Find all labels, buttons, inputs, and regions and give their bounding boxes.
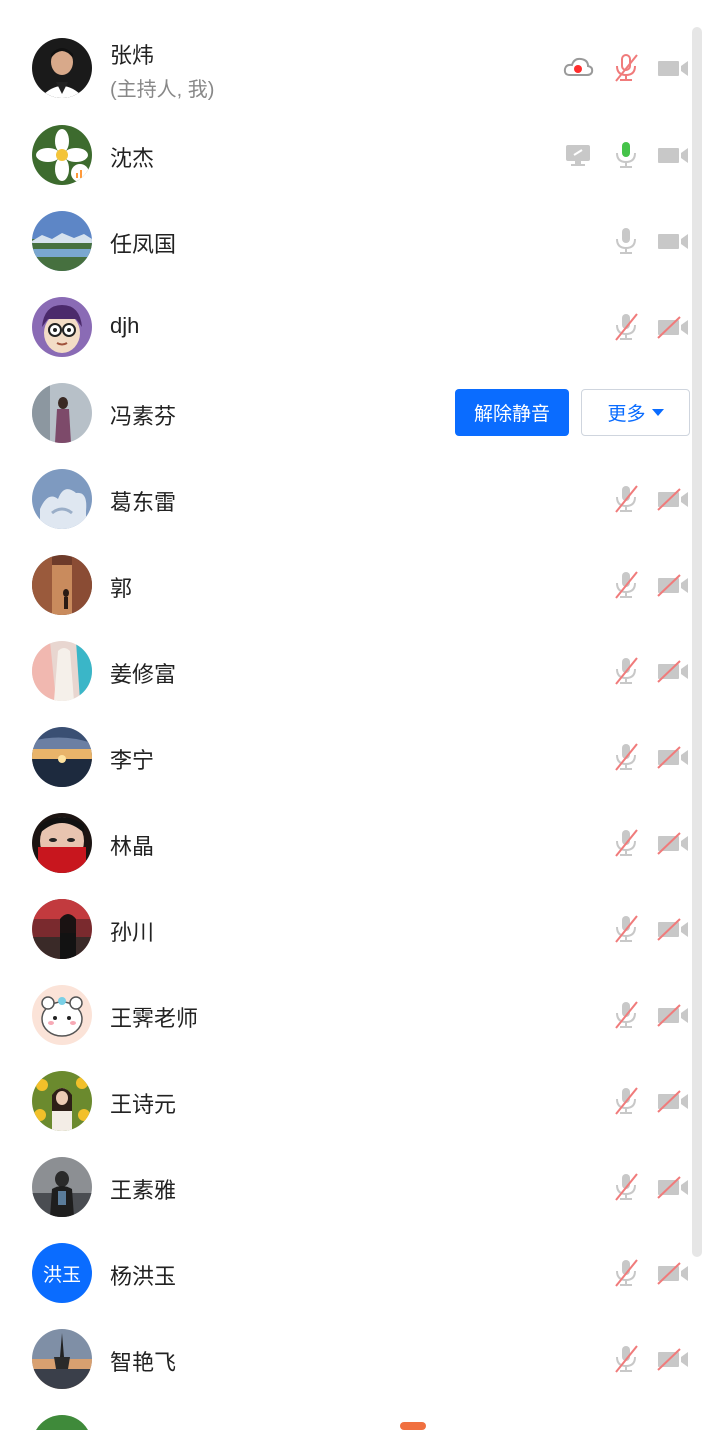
participant-row-partial[interactable] bbox=[0, 1402, 692, 1430]
camera-disabled-icon[interactable] bbox=[655, 1086, 691, 1116]
avatar bbox=[32, 1329, 92, 1389]
camera-disabled-icon[interactable] bbox=[655, 1344, 691, 1374]
camera-disabled-icon[interactable] bbox=[655, 742, 691, 772]
participant-name: 任凤国 bbox=[110, 232, 177, 257]
avatar: 洪玉 bbox=[32, 1243, 92, 1303]
participant-name: 王霁老师 bbox=[110, 1006, 199, 1031]
camera-disabled-icon[interactable] bbox=[655, 484, 691, 514]
camera-disabled-icon[interactable] bbox=[655, 312, 691, 342]
avatar bbox=[32, 1415, 92, 1430]
screen-share-icon[interactable] bbox=[562, 140, 594, 170]
participant-name: 冯素芬 bbox=[110, 404, 177, 429]
avatar bbox=[32, 211, 92, 271]
mic-muted-icon[interactable] bbox=[610, 484, 642, 514]
participant-name: 沈杰 bbox=[110, 146, 155, 171]
camera-disabled-icon[interactable] bbox=[655, 828, 691, 858]
participant-row[interactable]: 王素雅 bbox=[0, 1144, 692, 1230]
participant-name: 李宁 bbox=[110, 748, 155, 773]
camera-off-icon[interactable] bbox=[655, 226, 691, 256]
mic-muted-icon[interactable] bbox=[610, 914, 642, 944]
participant-name: 葛东雷 bbox=[110, 490, 177, 515]
participant-name: djh bbox=[110, 313, 140, 338]
mic-muted-icon[interactable] bbox=[610, 1086, 642, 1116]
camera-disabled-icon[interactable] bbox=[655, 1258, 691, 1288]
participant-name: 王素雅 bbox=[110, 1178, 177, 1203]
participant-name: 郭 bbox=[110, 576, 133, 601]
avatar bbox=[32, 383, 92, 443]
participant-row[interactable]: 冯素芬 解除静音 更多 bbox=[0, 370, 692, 456]
camera-disabled-icon[interactable] bbox=[655, 1172, 691, 1202]
participant-row[interactable]: 葛东雷 bbox=[0, 456, 692, 542]
avatar bbox=[32, 469, 92, 529]
participant-name: 王诗元 bbox=[110, 1092, 177, 1117]
participant-row[interactable]: 王诗元 bbox=[0, 1058, 692, 1144]
unmute-button[interactable]: 解除静音 bbox=[455, 389, 569, 436]
partial-indicator bbox=[400, 1422, 426, 1430]
more-button[interactable]: 更多 bbox=[581, 389, 690, 436]
participant-row[interactable]: 孙川 bbox=[0, 886, 692, 972]
participant-row[interactable]: 郭 bbox=[0, 542, 692, 628]
participant-row[interactable]: 李宁 bbox=[0, 714, 692, 800]
participant-row[interactable]: djh bbox=[0, 284, 692, 370]
avatar bbox=[32, 297, 92, 357]
mic-muted-icon[interactable] bbox=[610, 1344, 642, 1374]
participant-row[interactable]: 洪玉 杨洪玉 bbox=[0, 1230, 692, 1316]
participant-name: 姜修富 bbox=[110, 662, 177, 687]
mic-muted-icon[interactable] bbox=[610, 53, 642, 83]
camera-disabled-icon[interactable] bbox=[655, 656, 691, 686]
participant-name: 林晶 bbox=[110, 834, 155, 859]
mic-muted-icon[interactable] bbox=[610, 742, 642, 772]
participant-name: 杨洪玉 bbox=[110, 1264, 177, 1289]
mic-muted-icon[interactable] bbox=[610, 312, 642, 342]
mic-muted-icon[interactable] bbox=[610, 570, 642, 600]
avatar bbox=[32, 1071, 92, 1131]
participant-row[interactable]: 沈杰 bbox=[0, 112, 692, 198]
caret-down-icon bbox=[651, 409, 664, 416]
camera-disabled-icon[interactable] bbox=[655, 914, 691, 944]
participant-row[interactable]: 林晶 bbox=[0, 800, 692, 886]
more-label: 更多 bbox=[607, 404, 646, 425]
mic-muted-icon[interactable] bbox=[610, 1000, 642, 1030]
camera-disabled-icon[interactable] bbox=[655, 570, 691, 600]
mic-muted-icon[interactable] bbox=[610, 1172, 642, 1202]
participant-list: 张炜 (主持人, 我) 沈杰 任凤国 djh 冯素芬 解除静音 更多 葛东雷 郭… bbox=[0, 0, 704, 1430]
participant-name: 张炜 bbox=[110, 43, 155, 68]
mic-icon[interactable] bbox=[610, 226, 642, 256]
mic-muted-icon[interactable] bbox=[610, 1258, 642, 1288]
cloud-record-icon[interactable] bbox=[562, 53, 594, 83]
avatar bbox=[32, 899, 92, 959]
avatar bbox=[32, 641, 92, 701]
camera-off-icon[interactable] bbox=[655, 53, 691, 83]
participant-row[interactable]: 姜修富 bbox=[0, 628, 692, 714]
avatar bbox=[32, 813, 92, 873]
avatar bbox=[32, 125, 92, 185]
avatar bbox=[32, 727, 92, 787]
avatar bbox=[32, 985, 92, 1045]
scrollbar[interactable] bbox=[692, 27, 702, 1257]
avatar bbox=[32, 38, 92, 98]
camera-disabled-icon[interactable] bbox=[655, 1000, 691, 1030]
mic-muted-icon[interactable] bbox=[610, 828, 642, 858]
camera-off-icon[interactable] bbox=[655, 140, 691, 170]
participant-row[interactable]: 任凤国 bbox=[0, 198, 692, 284]
mic-active-icon[interactable] bbox=[610, 140, 642, 170]
participant-row[interactable]: 张炜 (主持人, 我) bbox=[0, 25, 692, 111]
avatar bbox=[32, 555, 92, 615]
participant-role: (主持人, 我) bbox=[110, 79, 215, 101]
participant-row[interactable]: 王霁老师 bbox=[0, 972, 692, 1058]
participant-name: 孙川 bbox=[110, 920, 155, 945]
avatar bbox=[32, 1157, 92, 1217]
mic-muted-icon[interactable] bbox=[610, 656, 642, 686]
participant-row[interactable]: 智艳飞 bbox=[0, 1316, 692, 1402]
participant-name: 智艳飞 bbox=[110, 1350, 177, 1375]
